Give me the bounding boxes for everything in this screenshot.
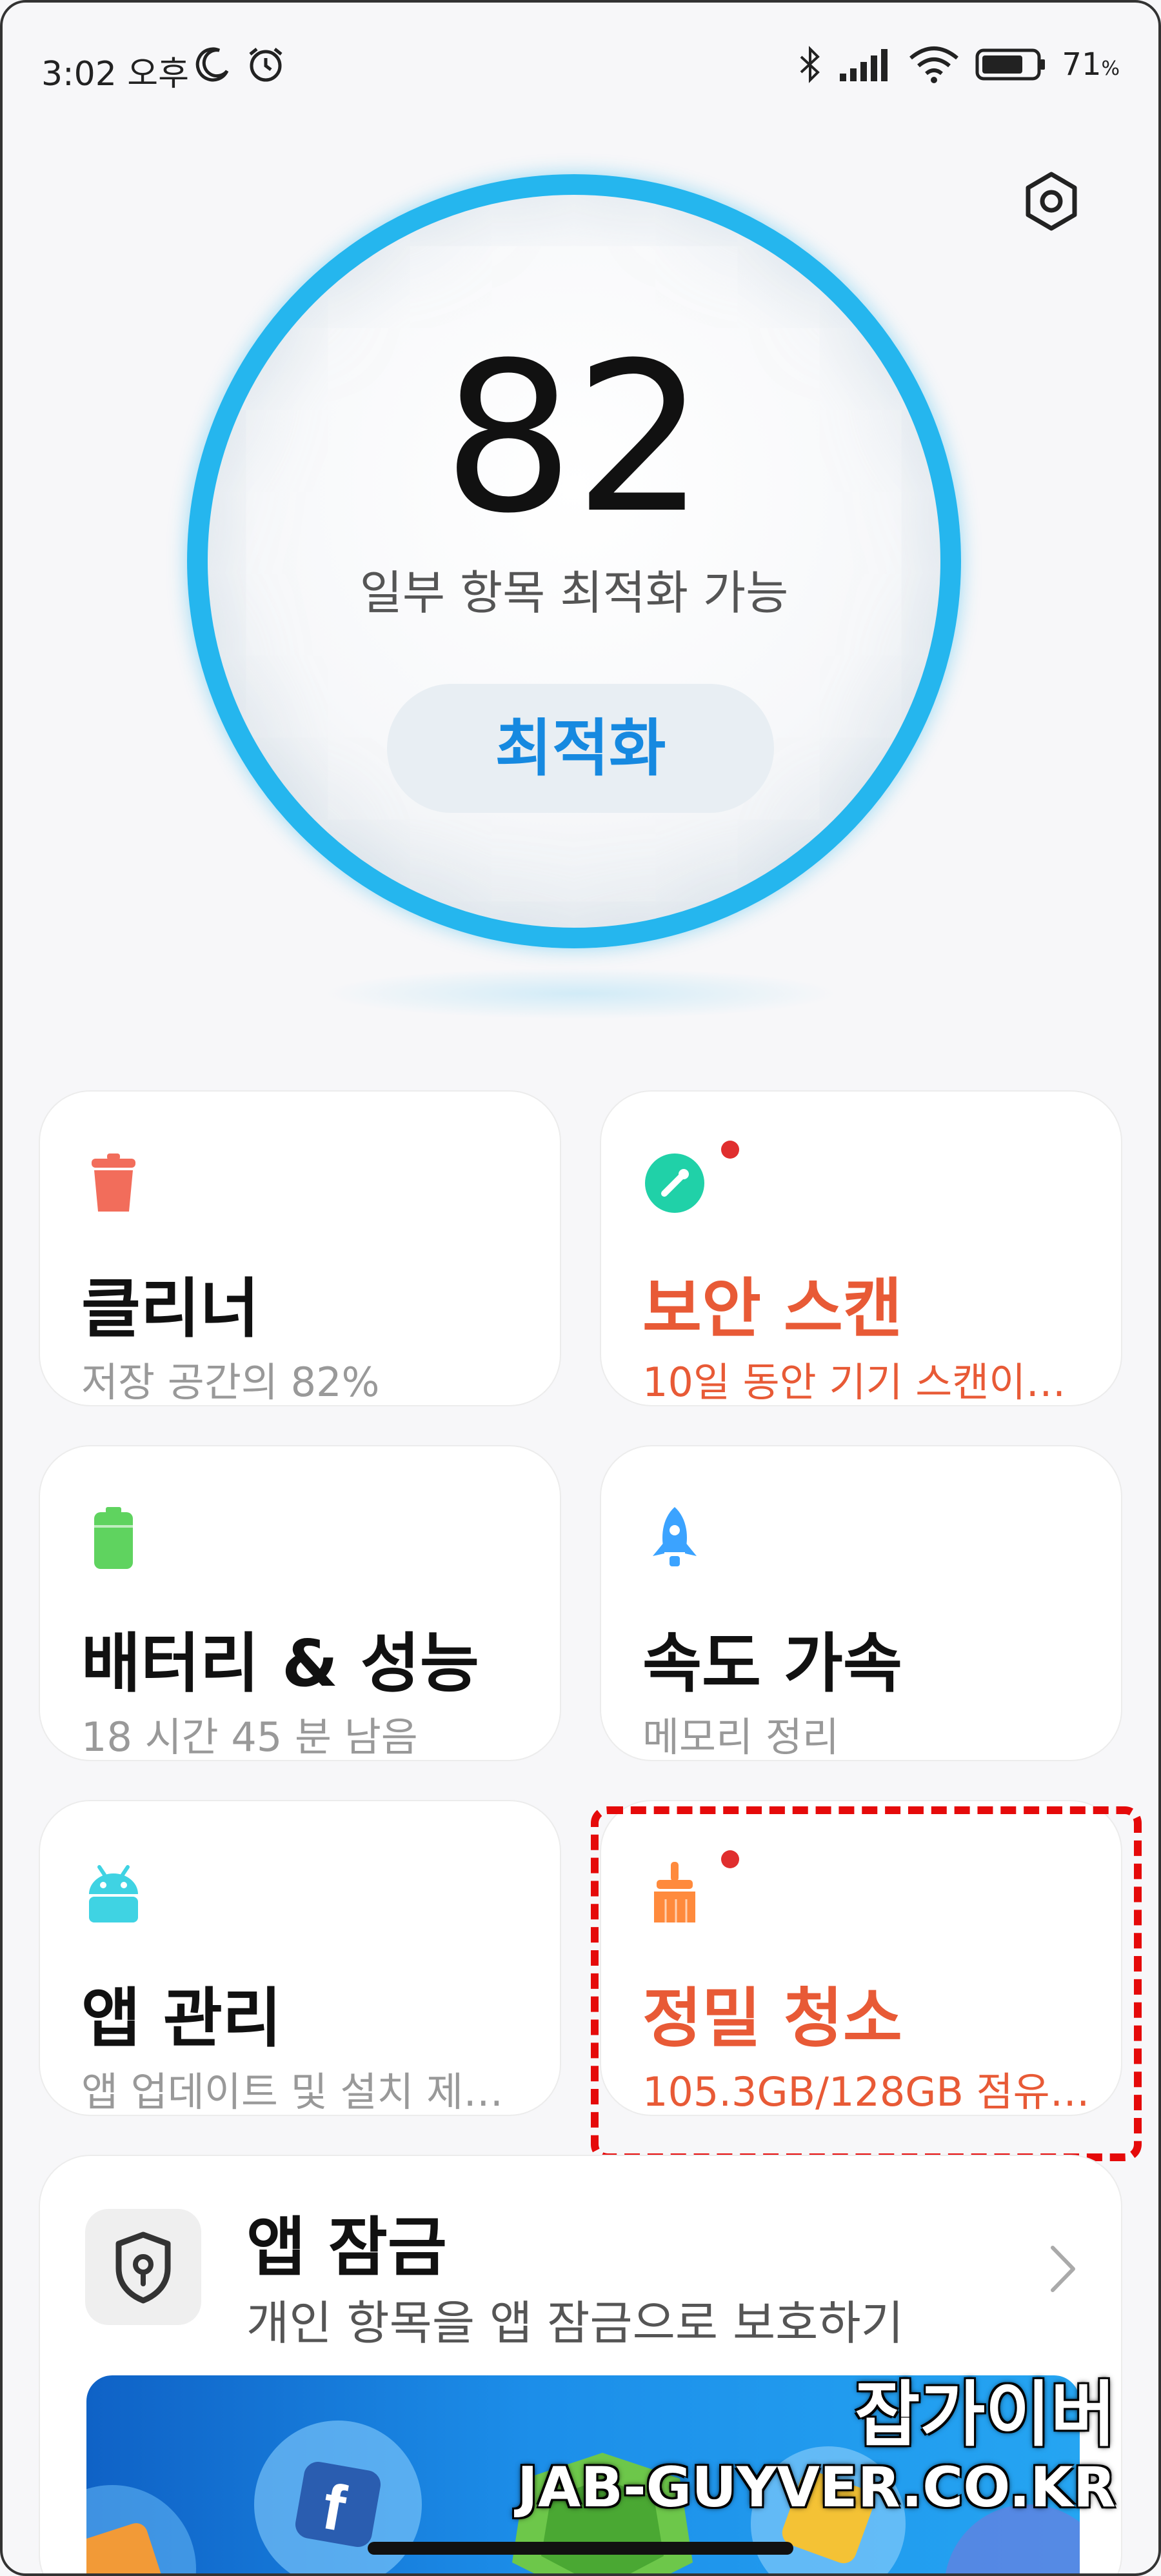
settings-hexagon-icon[interactable] bbox=[1019, 169, 1084, 234]
speed-boost-sub: 메모리 정리 bbox=[642, 1713, 839, 1761]
app-management-sub: 앱 업데이트 및 설치 제… bbox=[81, 2068, 504, 2115]
trash-icon bbox=[92, 1153, 135, 1212]
home-indicator[interactable] bbox=[368, 2542, 793, 2555]
battery-icon bbox=[975, 48, 1046, 81]
battery-percent: 71 bbox=[1062, 46, 1102, 83]
lock-shield-icon bbox=[115, 2232, 171, 2304]
watermark-line2: JAB-GUYVER.CO.KR bbox=[517, 2455, 1116, 2520]
app-lock-sub: 개인 항목을 앱 잠금으로 보호하기 bbox=[246, 2296, 904, 2350]
score-value: 82 bbox=[442, 319, 706, 559]
watermark: 잡가이버 JAB-GUYVER.CO.KR bbox=[517, 2374, 1116, 2519]
moon-icon bbox=[195, 47, 229, 82]
android-icon bbox=[89, 1865, 138, 1922]
battery-title: 배터리 & 성능 bbox=[81, 1626, 479, 1701]
score-circle: 82 일부 항목 최적화 가능 최적화 bbox=[187, 174, 961, 948]
signal-icon bbox=[840, 49, 888, 81]
status-time: 3:02 오후 bbox=[41, 55, 189, 94]
app-lock-title: 앱 잠금 bbox=[246, 2210, 447, 2285]
app-management-card[interactable]: 앱 관리 앱 업데이트 및 설치 제… bbox=[39, 1800, 561, 2116]
score-subtitle: 일부 항목 최적화 가능 bbox=[359, 566, 789, 620]
optimize-button[interactable]: 최적화 bbox=[387, 684, 774, 813]
security-scan-title: 보안 스캔 bbox=[642, 1271, 902, 1346]
wifi-icon bbox=[909, 46, 959, 83]
speed-boost-card[interactable]: 속도 가속 메모리 정리 bbox=[600, 1445, 1122, 1761]
app-management-title: 앱 관리 bbox=[81, 1981, 282, 2056]
rocket-icon bbox=[653, 1507, 697, 1566]
security-scan-card[interactable]: 보안 스캔 10일 동안 기기 스캔이… bbox=[600, 1090, 1122, 1406]
cleaner-sub: 저장 공간의 82% bbox=[81, 1359, 380, 1406]
battery-sub: 18 시간 45 분 남음 bbox=[81, 1713, 418, 1761]
cleaner-title: 클리너 bbox=[81, 1271, 259, 1346]
cleaner-card[interactable]: 클리너 저장 공간의 82% bbox=[39, 1090, 561, 1406]
battery-performance-card[interactable]: 배터리 & 성능 18 시간 45 분 남음 bbox=[39, 1445, 561, 1761]
shield-check-icon bbox=[645, 1153, 704, 1213]
battery-icon bbox=[94, 1507, 133, 1569]
highlight-box bbox=[591, 1806, 1142, 2161]
security-scan-sub: 10일 동안 기기 스캔이… bbox=[642, 1359, 1066, 1406]
notification-dot bbox=[721, 1141, 739, 1159]
alarm-icon bbox=[249, 48, 283, 82]
speed-boost-title: 속도 가속 bbox=[642, 1626, 902, 1701]
battery-unit: % bbox=[1101, 57, 1120, 80]
watermark-line1: 잡가이버 bbox=[855, 2373, 1116, 2456]
chevron-right-icon[interactable] bbox=[1044, 2240, 1082, 2298]
bluetooth-icon bbox=[800, 46, 820, 83]
status-bar: 3:02 오후 71% bbox=[0, 0, 1161, 142]
